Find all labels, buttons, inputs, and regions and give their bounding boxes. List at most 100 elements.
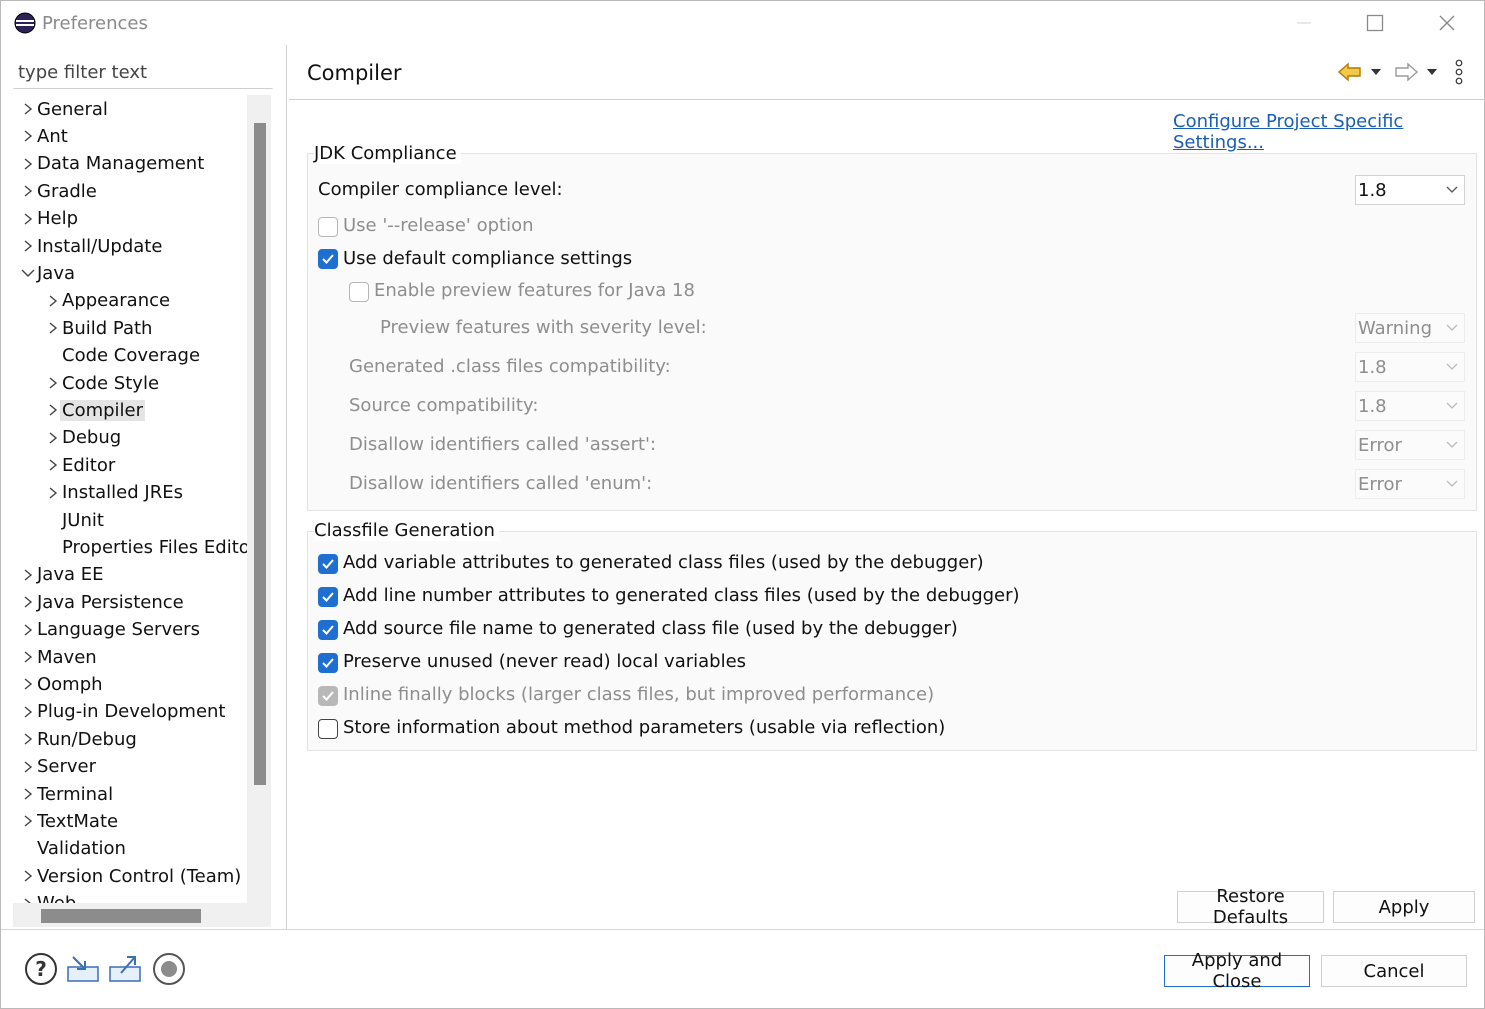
tree-item-web[interactable]: Web — [21, 891, 78, 903]
tree-item-java[interactable]: Java — [21, 260, 77, 286]
assert-identifier-select[interactable]: Error — [1355, 430, 1465, 460]
tree-item-label: Terminal — [37, 783, 114, 805]
tree-item-plug-in-development[interactable]: Plug-in Development — [21, 699, 228, 725]
source-compat-select[interactable]: 1.8 — [1355, 391, 1465, 421]
vertical-scroll-thumb[interactable] — [254, 123, 266, 785]
back-button[interactable] — [1337, 59, 1383, 85]
tree-item-maven[interactable]: Maven — [21, 644, 99, 670]
class-compat-select[interactable]: 1.8 — [1355, 352, 1465, 382]
tree-item-code-style[interactable]: Code Style — [46, 370, 161, 396]
restore-defaults-button[interactable]: Restore Defaults — [1177, 886, 1324, 928]
tree-item-label: General — [37, 98, 108, 120]
tree-item-ant[interactable]: Ant — [21, 123, 70, 149]
tree-item-server[interactable]: Server — [21, 754, 98, 780]
chevron-right-icon[interactable] — [21, 568, 35, 582]
enable-preview-checkbox[interactable] — [349, 282, 369, 302]
chevron-right-icon[interactable] — [21, 239, 35, 253]
export-icon[interactable] — [107, 951, 143, 987]
window-title: Preferences — [42, 13, 148, 34]
tree-item-appearance[interactable]: Appearance — [46, 288, 172, 314]
close-button[interactable] — [1411, 1, 1483, 45]
chevron-right-icon[interactable] — [21, 869, 35, 883]
tree-item-terminal[interactable]: Terminal — [21, 781, 115, 807]
chevron-right-icon[interactable] — [21, 787, 35, 801]
tree-item-oomph[interactable]: Oomph — [21, 671, 105, 697]
chevron-right-icon[interactable] — [21, 212, 35, 226]
tree-item-language-servers[interactable]: Language Servers — [21, 617, 202, 643]
chevron-right-icon[interactable] — [46, 403, 60, 417]
chevron-right-icon[interactable] — [21, 760, 35, 774]
help-icon[interactable]: ? — [23, 951, 59, 987]
enum-identifier-select[interactable]: Error — [1355, 469, 1465, 499]
view-menu-button[interactable] — [1453, 59, 1465, 85]
cancel-button[interactable]: Cancel — [1321, 955, 1467, 987]
chevron-right-icon[interactable] — [46, 321, 60, 335]
filter-field[interactable] — [13, 57, 273, 89]
tree-item-general[interactable]: General — [21, 96, 110, 122]
filter-input[interactable] — [14, 58, 272, 86]
configure-project-settings-link[interactable]: Configure Project Specific Settings... — [1173, 111, 1484, 153]
tree-item-junit[interactable]: JUnit — [46, 507, 106, 533]
classfile-option-checkbox[interactable] — [318, 587, 338, 607]
pane-splitter[interactable] — [286, 45, 287, 929]
chevron-right-icon[interactable] — [21, 184, 35, 198]
preference-tree[interactable]: General Ant Data Management Gradle Help Insta… — [13, 95, 247, 903]
tree-item-install-update[interactable]: Install/Update — [21, 233, 164, 259]
horizontal-scroll-thumb[interactable] — [41, 909, 201, 923]
chevron-right-icon[interactable] — [21, 705, 35, 719]
tree-item-java-ee[interactable]: Java EE — [21, 562, 106, 588]
chevron-right-icon[interactable] — [21, 732, 35, 746]
chevron-down-icon[interactable] — [21, 266, 35, 280]
tree-item-gradle[interactable]: Gradle — [21, 178, 99, 204]
minimize-button[interactable] — [1268, 1, 1340, 45]
tree-item-compiler[interactable]: Compiler — [46, 397, 146, 423]
record-icon[interactable] — [151, 951, 187, 987]
chevron-right-icon[interactable] — [46, 458, 60, 472]
chevron-right-icon[interactable] — [21, 814, 35, 828]
back-dropdown-icon[interactable] — [1369, 67, 1383, 77]
apply-and-close-button[interactable]: Apply and Close — [1164, 950, 1310, 992]
chevron-right-icon[interactable] — [46, 294, 60, 308]
use-default-compliance-checkbox[interactable] — [318, 249, 338, 269]
chevron-right-icon[interactable] — [46, 486, 60, 500]
checkmark-icon — [322, 559, 334, 569]
apply-button[interactable]: Apply — [1333, 891, 1475, 923]
classfile-option-checkbox[interactable] — [318, 719, 338, 739]
tree-item-data-management[interactable]: Data Management — [21, 151, 206, 177]
compliance-level-select[interactable]: 1.8 — [1355, 175, 1465, 205]
chevron-right-icon[interactable] — [21, 102, 35, 116]
tree-item-label: Language Servers — [37, 619, 200, 641]
chevron-right-icon[interactable] — [46, 376, 60, 390]
tree-item-run-debug[interactable]: Run/Debug — [21, 726, 139, 752]
tree-horizontal-scrollbar[interactable] — [13, 903, 271, 927]
chevron-right-icon[interactable] — [21, 157, 35, 171]
forward-button[interactable] — [1393, 59, 1439, 85]
chevron-right-icon[interactable] — [21, 650, 35, 664]
preview-severity-select[interactable]: Warning — [1355, 313, 1465, 343]
tree-item-properties-files-editor[interactable]: Properties Files Editor — [46, 534, 247, 560]
tree-item-debug[interactable]: Debug — [46, 425, 123, 451]
tree-item-editor[interactable]: Editor — [46, 452, 117, 478]
tree-item-textmate[interactable]: TextMate — [21, 808, 120, 834]
tree-vertical-scrollbar[interactable] — [247, 95, 271, 903]
chevron-right-icon[interactable] — [46, 431, 60, 445]
tree-item-validation[interactable]: Validation — [21, 836, 128, 862]
tree-item-help[interactable]: Help — [21, 206, 80, 232]
classfile-option-checkbox[interactable] — [318, 554, 338, 574]
tree-item-version-control-team[interactable]: Version Control (Team) — [21, 863, 243, 889]
forward-dropdown-icon[interactable] — [1425, 67, 1439, 77]
tree-item-code-coverage[interactable]: Code Coverage — [46, 343, 202, 369]
chevron-right-icon[interactable] — [21, 623, 35, 637]
tree-item-java-persistence[interactable]: Java Persistence — [21, 589, 186, 615]
release-option-checkbox[interactable] — [318, 217, 338, 237]
classfile-option-checkbox[interactable] — [318, 653, 338, 673]
chevron-right-icon[interactable] — [21, 677, 35, 691]
tree-item-build-path[interactable]: Build Path — [46, 315, 154, 341]
chevron-right-icon[interactable] — [21, 129, 35, 143]
import-icon[interactable] — [65, 951, 101, 987]
classfile-option-checkbox[interactable] — [318, 686, 338, 706]
tree-item-installed-jres[interactable]: Installed JREs — [46, 480, 185, 506]
chevron-right-icon[interactable] — [21, 595, 35, 609]
classfile-option-checkbox[interactable] — [318, 620, 338, 640]
maximize-button[interactable] — [1339, 1, 1411, 45]
